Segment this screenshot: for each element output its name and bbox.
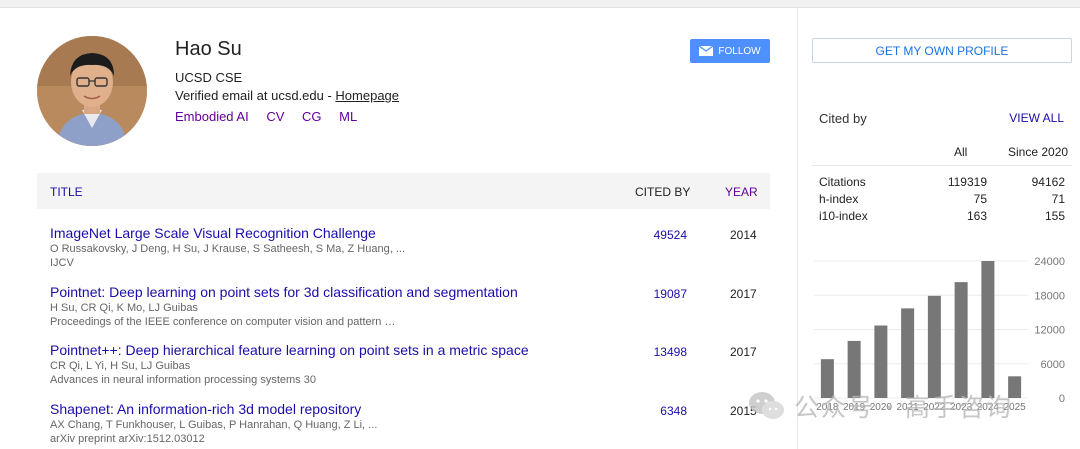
chart-bar-2020[interactable] — [874, 325, 888, 398]
y-tick-label: 6000 — [1041, 359, 1065, 371]
sort-by-title[interactable]: TITLE — [50, 185, 83, 199]
profile-email-line: Verified email at ucsd.edu - Homepage — [175, 88, 399, 103]
follow-button[interactable]: FOLLOW — [690, 39, 770, 63]
stat-all: 163 — [966, 209, 987, 223]
article-year: 2015 — [730, 404, 757, 418]
x-tick-label: 2021 — [897, 402, 920, 413]
x-tick-label: 2020 — [870, 402, 893, 413]
x-tick-label: 2025 — [1004, 402, 1027, 413]
stats-row-h-index: h-index 75 71 — [819, 192, 1065, 208]
interest-cv[interactable]: CV — [266, 109, 284, 124]
article-venue: Proceedings of the IEEE conference on co… — [50, 316, 396, 328]
article-venue: IJCV — [50, 257, 74, 269]
stats-col-all: All — [954, 145, 968, 159]
citations-per-year-chart: 24000 18000 12000 6000 0 2018 2019 2020 2021 2022… — [814, 256, 1065, 413]
x-tick-label: 2022 — [923, 402, 946, 413]
profile-main: Hao Su UCSD CSE Verified email at ucsd.e… — [0, 8, 797, 449]
chart-bar-2022[interactable] — [927, 295, 941, 398]
article-cited-count[interactable]: 6348 — [660, 404, 687, 418]
y-tick-label: 12000 — [1034, 325, 1065, 337]
chart-bar-2024[interactable] — [981, 261, 995, 398]
x-tick-label: 2018 — [816, 402, 839, 413]
avatar-photo — [37, 36, 147, 146]
profile-name: Hao Su — [175, 38, 242, 60]
article-authors: AX Chang, T Funkhouser, L Guibas, P Hanr… — [50, 419, 378, 431]
article-cited-count[interactable]: 13498 — [654, 345, 687, 359]
homepage-link[interactable]: Homepage — [335, 88, 399, 103]
view-all-link[interactable]: VIEW ALL — [1009, 111, 1064, 125]
articles-table-header: TITLE CITED BY YEAR — [37, 173, 770, 209]
article-row: Shapenet: An information-rich 3d model r… — [37, 401, 770, 449]
stats-divider — [812, 165, 1072, 166]
stat-label: i10-index — [819, 209, 868, 223]
cited-by-heading: Cited by — [819, 111, 867, 126]
article-title[interactable]: Pointnet: Deep learning on point sets fo… — [50, 284, 518, 300]
article-cited-count[interactable]: 49524 — [654, 228, 687, 242]
article-authors: CR Qi, L Yi, H Su, LJ Guibas — [50, 360, 191, 372]
x-tick-label: 2019 — [843, 402, 866, 413]
stat-since: 71 — [1051, 192, 1065, 206]
stats-row-citations: Citations 119319 94162 — [819, 175, 1065, 191]
sort-by-year[interactable]: YEAR — [725, 185, 758, 199]
chart-bar-2019[interactable] — [847, 340, 861, 398]
stat-since: 94162 — [1031, 175, 1065, 189]
stat-all: 119319 — [947, 175, 987, 189]
mail-icon — [699, 46, 714, 56]
interest-embodied-ai[interactable]: Embodied AI — [175, 109, 249, 124]
stat-label: Citations — [819, 175, 866, 189]
follow-label: FOLLOW — [718, 45, 761, 57]
article-authors: H Su, CR Qi, K Mo, LJ Guibas — [50, 302, 198, 314]
interest-ml[interactable]: ML — [339, 109, 357, 124]
article-cited-count[interactable]: 19087 — [654, 287, 687, 301]
research-interests: Embodied AI CV CG ML — [175, 109, 371, 124]
article-row: ImageNet Large Scale Visual Recognition … — [37, 225, 770, 281]
stat-label: h-index — [819, 192, 859, 206]
chart-bar-2021[interactable] — [901, 308, 915, 398]
verified-email-text: Verified email at ucsd.edu - — [175, 88, 336, 103]
article-title[interactable]: ImageNet Large Scale Visual Recognition … — [50, 225, 376, 241]
y-tick-label: 18000 — [1034, 290, 1065, 302]
stats-col-since: Since 2020 — [1008, 145, 1069, 159]
article-year: 2017 — [730, 345, 757, 359]
article-title[interactable]: Shapenet: An information-rich 3d model r… — [50, 401, 361, 417]
y-tick-label: 0 — [1059, 393, 1065, 405]
x-tick-label: 2023 — [950, 402, 973, 413]
article-year: 2017 — [730, 287, 757, 301]
article-authors: O Russakovsky, J Deng, H Su, J Krause, S… — [50, 243, 406, 255]
get-my-own-profile-button[interactable]: GET MY OWN PROFILE — [812, 38, 1072, 63]
profile-sidebar: GET MY OWN PROFILE Cited by VIEW ALL All… — [797, 8, 1080, 449]
x-tick-label: 2024 — [977, 402, 1000, 413]
interest-cg[interactable]: CG — [302, 109, 322, 124]
profile-avatar[interactable] — [37, 36, 147, 146]
article-row: Pointnet: Deep learning on point sets fo… — [37, 284, 770, 340]
chart-bar-2023[interactable] — [954, 282, 968, 398]
article-year: 2014 — [730, 228, 757, 242]
chart-bar-2025[interactable] — [1008, 376, 1022, 398]
top-bar — [0, 0, 1080, 8]
article-title[interactable]: Pointnet++: Deep hierarchical feature le… — [50, 342, 529, 358]
profile-affiliation: UCSD CSE — [175, 70, 243, 85]
chart-bar-2018[interactable] — [820, 359, 834, 398]
stat-all: 75 — [973, 192, 987, 206]
stats-row-i10-index: i10-index 163 155 — [819, 209, 1065, 225]
stat-since: 155 — [1044, 209, 1065, 223]
article-venue: Advances in neural information processin… — [50, 374, 316, 386]
article-venue: arXiv preprint arXiv:1512.03012 — [50, 433, 205, 445]
y-tick-label: 24000 — [1034, 256, 1065, 268]
article-row: Pointnet++: Deep hierarchical feature le… — [37, 342, 770, 398]
sort-by-cited[interactable]: CITED BY — [635, 185, 690, 199]
